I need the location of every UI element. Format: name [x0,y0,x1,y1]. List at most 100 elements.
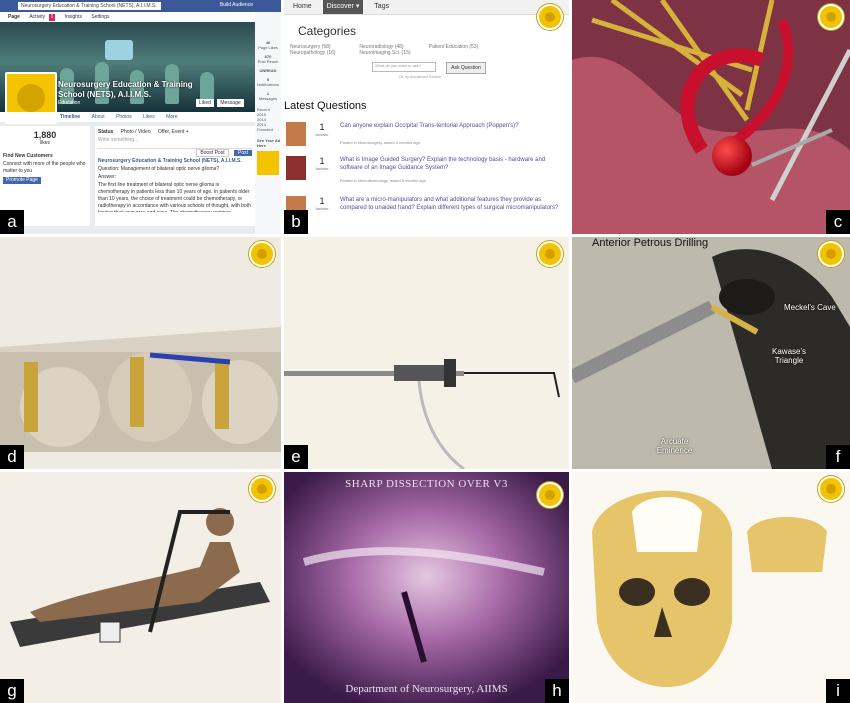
panel-g-patient-setup: g [0,472,281,703]
nav-discover[interactable]: Discover ▾ [322,0,364,14]
figure-grid: Neurosurgery Education & Training School… [0,0,850,703]
nets-logo [818,476,844,502]
latest-questions-heading: Latest Questions [284,100,367,112]
activity-badge: 1 [48,14,56,21]
tab-activity[interactable]: Activity [29,12,45,22]
post-question: Question: Management of bilateral optic … [98,166,220,172]
category-list: Neurosurgery (58) Neuroradiology (48) Pa… [290,44,500,56]
label-arcuate-eminence: Arcuate Eminence [656,437,693,455]
year-item[interactable]: Founded [257,127,281,132]
promo-heading: Find New Customers [3,153,53,159]
composer-tab-offer[interactable]: Offer, Event + [158,129,189,135]
category-link[interactable]: Neuropathology (16) [290,50,358,56]
sidebar-ad-logo [257,151,279,175]
likes-count: 1,880 [33,130,57,140]
nav-home[interactable]: Home [293,0,312,14]
stat-post-reach: 870 Post Reach [257,54,279,64]
label-meckels-cave: Meckel's Cave [784,303,836,312]
stat-unread: UNREAD [259,68,277,73]
panel-label-h: h [545,679,569,703]
label-anterior-petrous: Anterior Petrous Drilling [592,237,709,249]
page-nav-tabs: Timeline About Photos Likes More [0,112,281,122]
question-link[interactable]: What is Image Guided Surgery? Explain th… [340,156,565,172]
categories-heading: Categories [298,24,357,38]
promo-text: Connect with more of the people who matt… [3,161,86,174]
stat-notifications: 5 Notifications [257,77,279,87]
endoscope-illustration [284,237,569,469]
panel-label-e: e [284,445,308,469]
ask-question-button[interactable]: Ask Question [446,62,486,74]
dissection-illustration [284,472,569,703]
search-input[interactable]: Neurosurgery Education & Training School… [18,2,161,10]
video-title: SHARP DISSECTION OVER V3 [345,478,508,490]
question-meta: Posted in Neurosurgery, asked 5 months a… [340,140,420,145]
stat-page-likes: 46 Page Likes [258,40,278,50]
nets-logo [249,241,275,267]
skull-illustration [572,472,850,703]
question-row: 1 Answer What is Image Guided Surgery? Ex… [284,154,569,190]
category-link[interactable]: Neuroimaging Sci. (15) [359,50,427,56]
question-row: 1 Answer What are a micro-manipulators an… [284,194,569,230]
label-kawase-triangle: Kawase's Triangle [772,347,806,365]
answer-count: 1 Answer [315,122,329,137]
post-answer-label: Answer: [98,174,117,180]
tab-about[interactable]: About [92,112,105,122]
qa-nav-bar: Home Discover ▾ Tags [284,0,569,15]
promote-page-button[interactable]: Promote Page [3,177,41,184]
nav-tags[interactable]: Tags [374,0,389,14]
sidebar-heading: See Your Ad Here [257,138,281,148]
panel-c-vascular-model: c [572,0,850,234]
composer-input[interactable]: Write something... [98,137,252,149]
answer-count: 1 Answer [315,156,329,171]
page-category: Education [58,100,81,106]
message-button[interactable]: Message [217,99,244,107]
post-body: The first line treatment of bilateral op… [98,182,251,212]
post-button[interactable]: Post [233,150,252,156]
composer-tab-status[interactable]: Status [98,129,113,135]
boost-post-select[interactable]: Boost Post [196,149,229,157]
panel-e-endoscope: e [284,237,569,469]
vascular-illustration [572,0,850,234]
tab-photos[interactable]: Photos [116,112,132,122]
video-footer: Department of Neurosurgery, AIIMS [345,683,508,695]
tab-more[interactable]: More [166,112,177,122]
question-row: 1 Answer Can anyone explain Occipital Tra… [284,120,569,156]
ask-question-input[interactable]: What do you want to ask? [372,62,436,72]
year-list: Recent 2015 2014 2013 Founded [255,107,281,132]
category-link[interactable]: Patient Education (53) [429,44,497,50]
nets-logo [818,241,844,267]
panel-label-i: i [826,679,850,703]
panel-h-dissection-video: SHARP DISSECTION OVER V3 Department of N… [284,472,569,703]
timeline-column: Status Photo / Video Offer, Event + Writ… [95,126,255,226]
post-author[interactable]: Neurosurgery Education & Training School… [98,158,252,165]
panel-label-c: c [826,210,850,234]
nets-logo [537,482,563,508]
like-button[interactable]: Liked [196,99,214,107]
tab-likes[interactable]: Likes [143,112,155,122]
question-meta: Posted in Neurotechnology, asked 5 month… [340,178,426,183]
stat-messages: 1 Messages [258,91,278,101]
advanced-search-link[interactable]: Or try Advanced Search [399,74,441,79]
cover-buttons: Liked Message [196,99,244,107]
panel-label-g: g [0,679,24,703]
build-audience-link[interactable]: Build Audience [220,2,253,8]
page-title: Neurosurgery Education & Training School… [58,80,193,99]
page-admin-tabs: Page Activity 1 Insights Settings [0,12,281,22]
tab-insights[interactable]: Insights [65,12,82,22]
likes-caption: likes [39,140,50,146]
nets-logo [537,241,563,267]
aneurysm-sphere [712,136,752,176]
tab-page[interactable]: Page [8,12,20,22]
question-link[interactable]: Can anyone explain Occipital Trans-tento… [340,122,565,130]
spine-illustration [0,237,281,469]
panel-label-d: d [0,445,24,469]
panel-a-facebook-page: Neurosurgery Education & Training School… [0,0,281,234]
right-stats-sidebar: 46 Page Likes 870 Post Reach UNREAD 5 Notif… [255,12,281,234]
composer-tab-photo[interactable]: Photo / Video [121,129,151,135]
nets-logo [537,4,563,30]
panel-b-qa-site: Home Discover ▾ Tags Categories Neurosur… [284,0,569,234]
panel-label-a: a [0,210,24,234]
tab-timeline[interactable]: Timeline [60,112,80,122]
question-link[interactable]: What are a micro-manipulators and what a… [340,196,565,212]
tab-settings[interactable]: Settings [91,12,109,22]
